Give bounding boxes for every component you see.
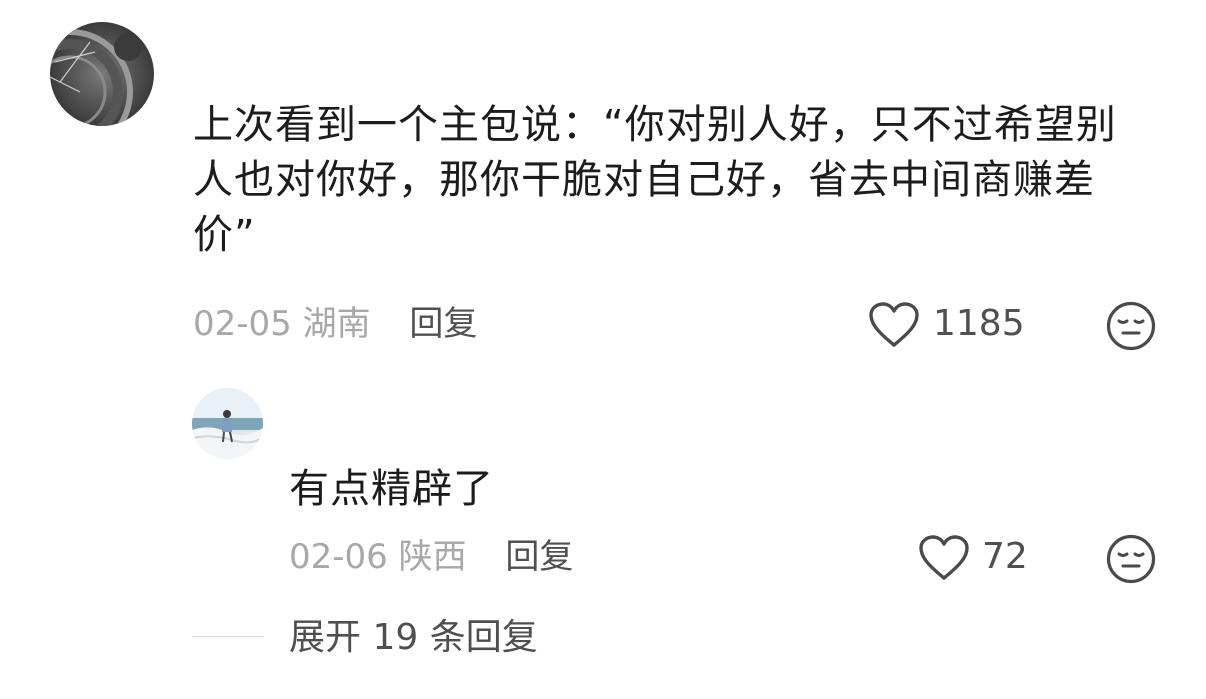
like-count: 1185 bbox=[933, 303, 1025, 344]
reaction-button[interactable] bbox=[1106, 301, 1156, 351]
reply-like-count: 72 bbox=[982, 536, 1028, 577]
comment-date: 02-05 bbox=[193, 304, 292, 344]
comment-text: 上次看到一个主包说：“你对别人好，只不过希望别人也对你好，那你干脆对自己好，省去… bbox=[193, 102, 1117, 258]
meh-face-icon bbox=[1106, 534, 1156, 584]
reply-like-button[interactable] bbox=[918, 535, 970, 581]
reply-button[interactable]: 回复 bbox=[409, 304, 477, 344]
avatar-image bbox=[50, 22, 154, 126]
expand-replies-button[interactable]: 展开 19 条回复 bbox=[289, 615, 538, 661]
reply-meta: 02-06 陕西 回复 bbox=[289, 535, 573, 579]
commenter-avatar[interactable] bbox=[50, 22, 154, 126]
heart-outline-icon bbox=[869, 302, 919, 347]
comment-meta: 02-05 湖南 回复 bbox=[193, 302, 477, 346]
heart-outline-icon bbox=[919, 535, 969, 580]
reply-text: 有点精辟了 bbox=[289, 466, 494, 512]
reply-reaction-button[interactable] bbox=[1106, 534, 1156, 584]
avatar-image bbox=[192, 388, 263, 459]
like-button[interactable] bbox=[868, 302, 920, 348]
reply-location: 陕西 bbox=[398, 537, 467, 577]
reply-to-reply-button[interactable]: 回复 bbox=[505, 537, 573, 577]
meh-face-icon bbox=[1106, 301, 1156, 351]
reply-date: 02-06 bbox=[289, 537, 388, 577]
reply-commenter-avatar[interactable] bbox=[192, 388, 263, 459]
comment-location: 湖南 bbox=[302, 304, 371, 344]
divider bbox=[192, 636, 264, 637]
